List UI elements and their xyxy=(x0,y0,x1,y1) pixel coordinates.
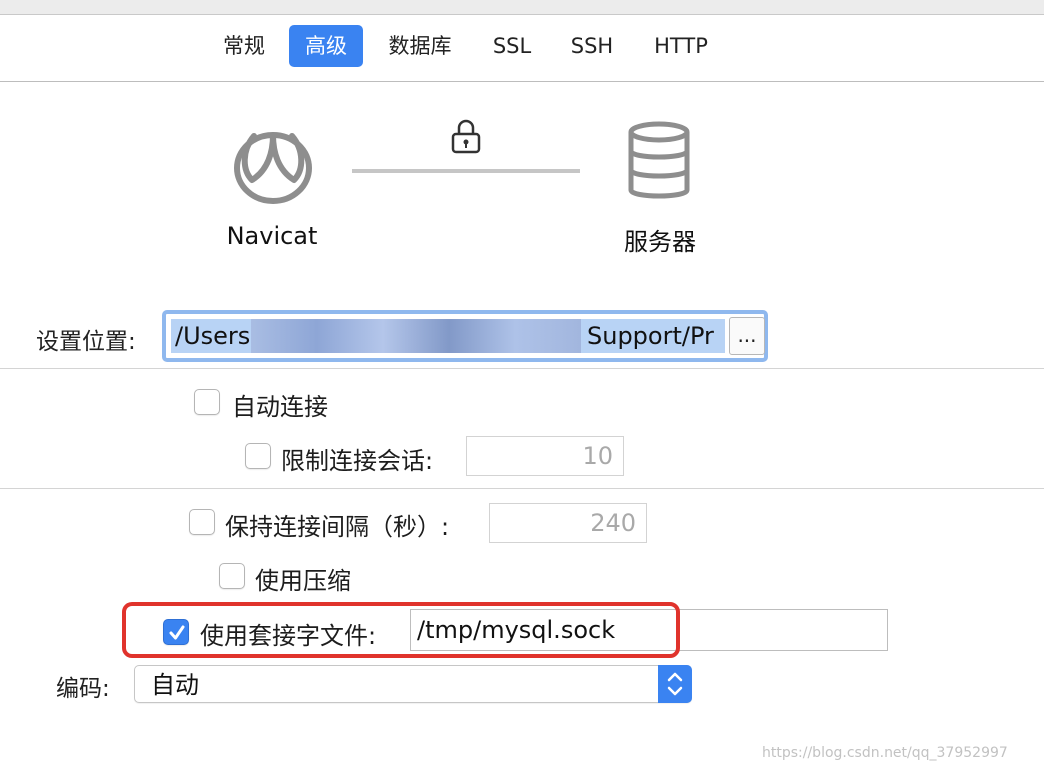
browse-button[interactable]: ... xyxy=(729,317,765,355)
divider xyxy=(0,368,1044,369)
tab-database[interactable]: 数据库 xyxy=(378,25,462,67)
limit-sessions-label: 限制连接会话: xyxy=(281,447,434,475)
server-label: 服务器 xyxy=(624,228,696,256)
keepalive-checkbox[interactable] xyxy=(189,509,215,535)
settings-location-path-end: Support/Pr xyxy=(587,322,714,350)
tab-general[interactable]: 常规 xyxy=(210,25,278,67)
annotation-highlight-box xyxy=(122,602,680,658)
settings-location-label: 设置位置: xyxy=(36,329,136,355)
watermark-text: https://blog.csdn.net/qq_37952997 xyxy=(762,745,1008,761)
settings-location-input[interactable]: /Users Support/Pr xyxy=(171,319,725,353)
settings-location-field[interactable]: /Users Support/Pr ... xyxy=(162,310,768,362)
encoding-select[interactable]: 自动 xyxy=(134,665,692,703)
settings-location-path-start: /Users xyxy=(175,322,251,350)
encoding-value: 自动 xyxy=(151,671,199,699)
tab-ssh[interactable]: SSH xyxy=(558,25,626,67)
tab-http[interactable]: HTTP xyxy=(640,25,722,67)
client-label: Navicat xyxy=(226,222,318,250)
navicat-logo-icon xyxy=(228,120,318,206)
limit-sessions-input[interactable]: 10 xyxy=(466,436,624,476)
encoding-label: 编码: xyxy=(56,676,110,702)
keepalive-input[interactable]: 240 xyxy=(489,503,647,543)
compression-checkbox[interactable] xyxy=(219,563,245,589)
tab-advanced[interactable]: 高级 xyxy=(289,25,363,67)
chevron-up-down-icon xyxy=(667,672,683,696)
connection-line xyxy=(352,169,580,173)
select-stepper[interactable] xyxy=(658,665,692,703)
tab-bar: 常规 高级 数据库 SSL SSH HTTP xyxy=(0,15,1044,82)
tab-ssl[interactable]: SSL xyxy=(478,25,546,67)
lock-icon xyxy=(450,118,482,154)
divider xyxy=(0,488,1044,489)
redacted-path-segment xyxy=(251,319,581,353)
compression-label: 使用压缩 xyxy=(255,567,351,595)
database-icon xyxy=(626,120,692,204)
window-top-strip xyxy=(0,0,1044,15)
limit-sessions-checkbox[interactable] xyxy=(245,443,271,469)
keepalive-label: 保持连接间隔（秒）: xyxy=(225,513,450,541)
auto-connect-checkbox[interactable] xyxy=(194,389,220,415)
auto-connect-label: 自动连接 xyxy=(232,393,328,421)
